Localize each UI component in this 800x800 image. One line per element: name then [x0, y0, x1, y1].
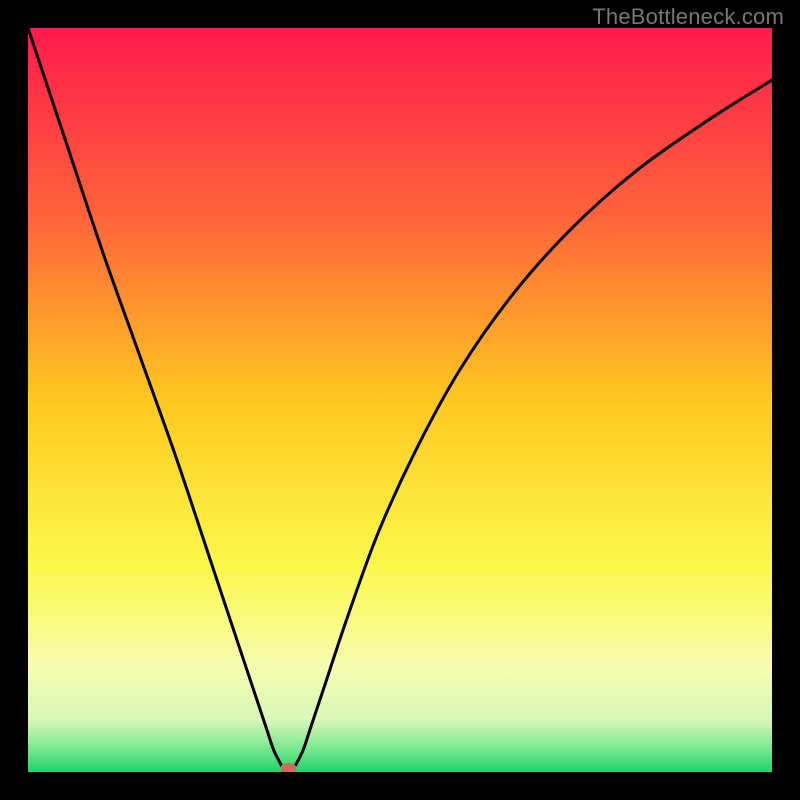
gradient-background [28, 28, 772, 772]
plot-area [28, 28, 772, 772]
chart-svg [28, 28, 772, 772]
frame: TheBottleneck.com [0, 0, 800, 800]
watermark-text: TheBottleneck.com [592, 4, 784, 30]
